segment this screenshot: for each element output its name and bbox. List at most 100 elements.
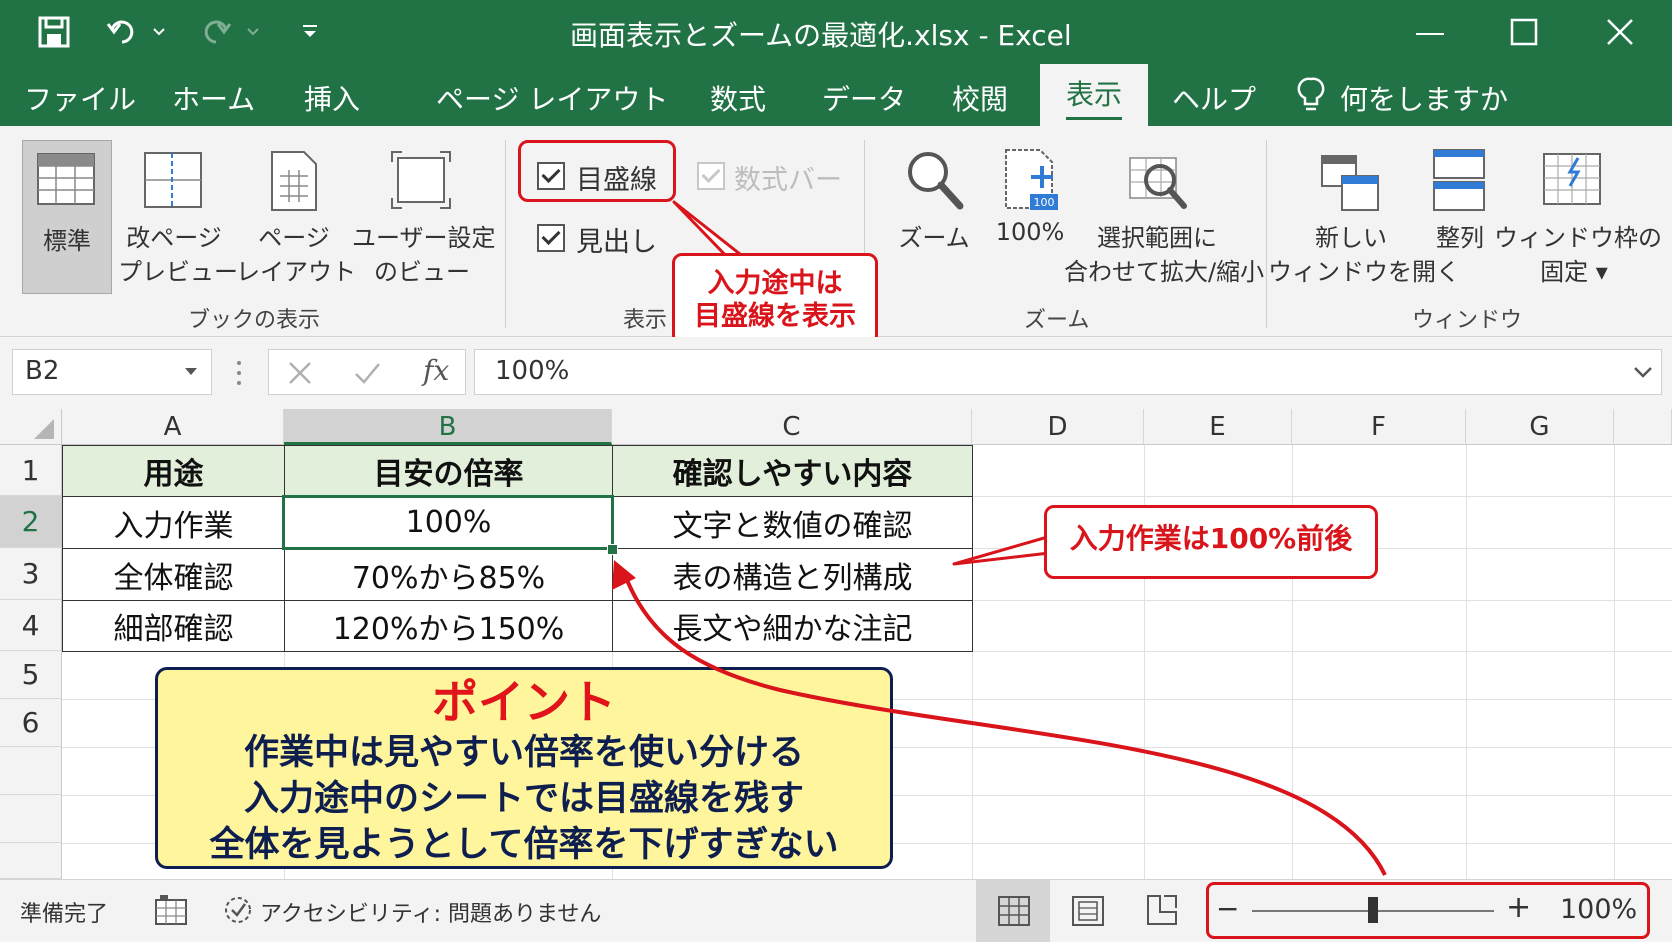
freeze-panes-button[interactable]: ウィンドウ枠の 固定 ▾	[1494, 140, 1662, 290]
tab-home[interactable]: ホーム	[172, 78, 255, 118]
status-ready: 準備完了	[20, 902, 109, 927]
column-header-d[interactable]: D	[972, 409, 1144, 445]
column-header-e[interactable]: E	[1144, 409, 1292, 445]
column-header-a[interactable]: A	[62, 409, 284, 445]
tab-page-layout[interactable]: ページ レイアウト	[436, 78, 668, 118]
cell-a4[interactable]: 細部確認	[62, 600, 285, 652]
zoom-100-icon: 100	[1005, 149, 1058, 210]
normal-view-button[interactable]: 標準	[22, 140, 112, 294]
chevron-down-icon[interactable]	[183, 366, 199, 378]
window-title: 画面表示とズームの最適化.xlsx - Excel	[570, 19, 1072, 52]
custom-views-label-1: ユーザー設定	[352, 224, 496, 252]
row-header-1[interactable]: 1	[0, 445, 62, 496]
insert-function-button[interactable]: fx	[423, 354, 449, 387]
close-icon[interactable]	[1602, 16, 1638, 50]
row-header-7[interactable]	[0, 747, 62, 795]
fill-handle[interactable]	[607, 544, 618, 555]
row-header-4[interactable]: 4	[0, 600, 62, 651]
point-box: ポイント 作業中は見やすい倍率を使い分ける 入力途中のシートでは目盛線を残す 全…	[155, 667, 893, 869]
zoom-selection-label-1: 選択範囲に	[1097, 224, 1217, 252]
page-break-preview-label-1: 改ページ	[126, 224, 222, 252]
formula-bar: B2 fx 100%	[0, 337, 1672, 409]
headings-checkbox[interactable]	[537, 224, 565, 252]
zoom-100-button[interactable]: 100 100%	[990, 140, 1070, 290]
tab-file[interactable]: ファイル	[24, 78, 136, 118]
page-layout-view-button[interactable]: ページ レイアウト	[236, 140, 356, 290]
minimize-icon[interactable]	[1410, 18, 1450, 48]
redo-icon[interactable]	[200, 16, 266, 48]
cell-c1[interactable]: 確認しやすい内容	[612, 445, 973, 497]
page-layout-view-icon	[1072, 896, 1104, 926]
tab-help[interactable]: ヘルプ	[1172, 78, 1256, 118]
row-header-3[interactable]: 3	[0, 548, 62, 600]
tab-view[interactable]: 表示	[1040, 64, 1149, 126]
normal-view-label: 標準	[43, 227, 91, 255]
custom-views-label-2: のビュー	[374, 258, 470, 286]
row-header-2[interactable]: 2	[0, 496, 62, 548]
tell-me-search[interactable]: 何をしますか	[1340, 78, 1508, 118]
tab-review[interactable]: 校閲	[952, 78, 1008, 118]
row-header-8[interactable]	[0, 795, 62, 843]
accessibility-icon[interactable]	[222, 894, 254, 926]
ribbon-tabs: ファイル ホーム 挿入 ページ レイアウト 数式 データ 校閲 表示 ヘルプ 何…	[0, 64, 1672, 126]
column-header-g[interactable]: G	[1466, 409, 1614, 445]
formula-value: 100%	[495, 356, 570, 386]
group-label-workbook-views: ブックの表示	[188, 308, 321, 333]
freeze-panes-label-2: 固定 ▾	[1540, 258, 1608, 286]
formula-input[interactable]: 100%	[474, 349, 1662, 395]
more-options-icon	[237, 361, 241, 385]
name-box-value: B2	[25, 356, 60, 386]
cell-b1[interactable]: 目安の倍率	[284, 445, 613, 497]
gridline	[972, 600, 1672, 601]
cell-c3[interactable]: 表の構造と列構成	[612, 548, 973, 601]
name-box[interactable]: B2	[12, 349, 212, 395]
tab-formulas[interactable]: 数式	[710, 78, 766, 118]
cell-c4[interactable]: 長文や細かな注記	[612, 600, 973, 652]
status-accessibility[interactable]: アクセシビリティ: 問題ありません	[260, 896, 601, 928]
expand-formula-bar-icon[interactable]	[1633, 366, 1653, 380]
macro-recording-icon[interactable]	[154, 894, 188, 926]
maximize-icon[interactable]	[1506, 16, 1542, 50]
column-header-f[interactable]: F	[1292, 409, 1466, 445]
grid-view-icon	[998, 896, 1030, 926]
arrange-icon	[1433, 149, 1485, 211]
column-header-b[interactable]: B	[284, 409, 612, 445]
custom-views-button[interactable]: ユーザー設定 のビュー	[352, 140, 496, 290]
page-layout-status-button[interactable]	[1050, 880, 1124, 942]
cell-c2[interactable]: 文字と数値の確認	[612, 496, 973, 549]
customize-qat-icon[interactable]	[300, 20, 320, 44]
new-window-button[interactable]: 新しい ウィンドウを開く	[1268, 140, 1460, 290]
row-header-6[interactable]: 6	[0, 699, 62, 747]
zoom-highlight	[1206, 882, 1650, 939]
row-header-5[interactable]: 5	[0, 651, 62, 699]
headings-label: 見出し	[576, 227, 657, 258]
tab-data[interactable]: データ	[822, 78, 906, 118]
column-header-h[interactable]	[1614, 409, 1672, 445]
normal-view-status-button[interactable]	[976, 880, 1050, 942]
cell-b3[interactable]: 70%から85%	[284, 548, 613, 601]
point-title: ポイント	[432, 675, 616, 729]
zoom-button[interactable]: ズーム	[888, 140, 980, 290]
page-break-preview-button[interactable]: 改ページ プレビュー	[118, 140, 238, 290]
tab-insert[interactable]: 挿入	[304, 78, 360, 118]
row-header-9[interactable]	[0, 843, 62, 879]
zoom-to-selection-button[interactable]: 選択範囲に 合わせて拡大/縮小	[1064, 140, 1264, 290]
custom-views-icon	[391, 151, 451, 209]
select-all-button[interactable]	[0, 409, 62, 445]
ribbon-separator	[505, 140, 506, 328]
arrange-all-button[interactable]: 整列	[1420, 140, 1500, 290]
cell-a2[interactable]: 入力作業	[62, 496, 285, 549]
magnifier-icon	[908, 152, 964, 210]
save-icon[interactable]	[38, 16, 70, 48]
cell-b4[interactable]: 120%から150%	[284, 600, 613, 652]
cell-a1[interactable]: 用途	[62, 445, 285, 497]
enter-check-icon[interactable]	[353, 360, 381, 386]
svg-text:100: 100	[1034, 196, 1055, 209]
zoom-selection-icon	[1129, 157, 1187, 209]
formula-bar-checkbox[interactable]	[697, 162, 725, 190]
column-header-c[interactable]: C	[612, 409, 972, 445]
cancel-icon[interactable]	[287, 360, 313, 386]
undo-icon[interactable]	[106, 16, 172, 48]
cell-a3[interactable]: 全体確認	[62, 548, 285, 601]
page-break-status-button[interactable]	[1124, 880, 1198, 942]
